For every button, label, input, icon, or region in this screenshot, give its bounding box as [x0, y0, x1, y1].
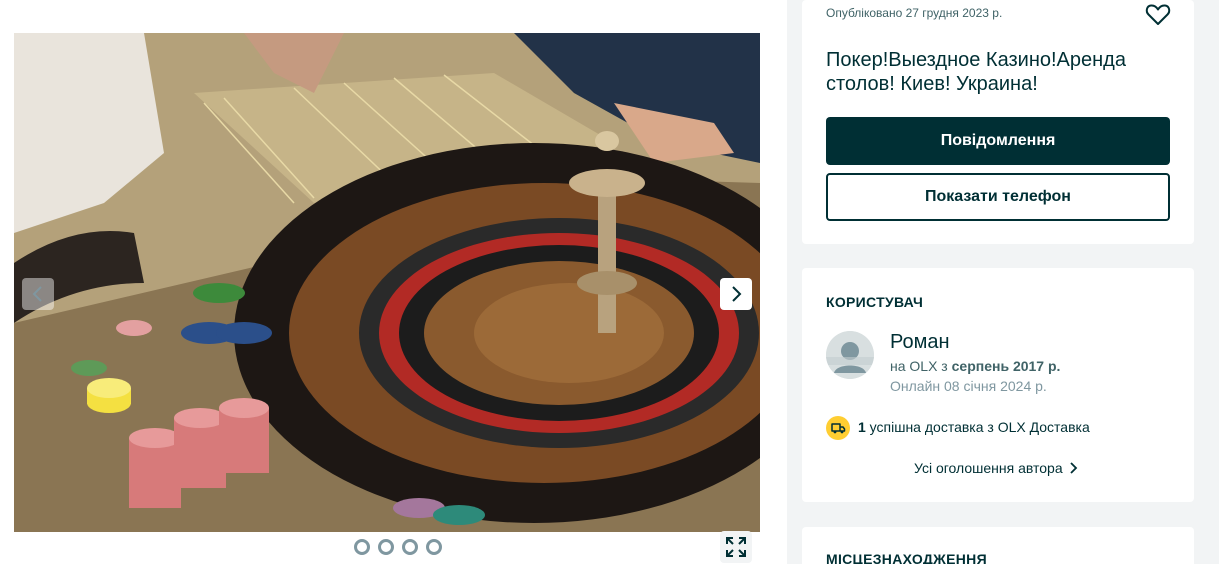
user-avatar-icon	[826, 331, 874, 379]
photo-gallery	[14, 33, 760, 532]
heart-icon	[1145, 4, 1171, 25]
show-phone-button[interactable]: Показати телефон	[826, 173, 1170, 221]
user-section-heading: КОРИСТУВАЧ	[826, 294, 924, 310]
message-button[interactable]: Повідомлення	[826, 117, 1170, 165]
location-card: МІСЦЕЗНАХОДЖЕННЯ	[802, 527, 1194, 564]
fullscreen-button[interactable]	[720, 531, 752, 563]
truck-icon	[826, 416, 850, 440]
chevron-right-icon	[732, 286, 742, 302]
favorite-button[interactable]	[1144, 0, 1172, 28]
delivery-count: 1	[858, 419, 866, 435]
gallery-dot[interactable]	[378, 539, 394, 555]
member-since-date: серпень 2017 р.	[951, 358, 1061, 374]
ad-photo[interactable]	[14, 33, 760, 532]
ad-title: Покер!Выездное Казино!Аренда столов! Кие…	[826, 49, 1126, 95]
user-card: КОРИСТУВАЧ Роман на OLX з серпень 2017 р…	[802, 268, 1194, 502]
chevron-left-icon	[32, 286, 42, 302]
location-section-heading: МІСЦЕЗНАХОДЖЕННЯ	[826, 551, 987, 564]
chevron-right-icon	[1069, 462, 1077, 474]
gallery-pagination	[354, 539, 442, 555]
gallery-dot[interactable]	[426, 539, 442, 555]
all-author-ads-label: Усі оголошення автора	[914, 460, 1063, 476]
previous-photo-button[interactable]	[22, 278, 54, 310]
gallery-dot[interactable]	[354, 539, 370, 555]
delivery-label: успішна доставка з OLX Доставка	[865, 419, 1090, 435]
user-name[interactable]: Роман	[890, 331, 950, 354]
avatar[interactable]	[826, 331, 874, 379]
expand-icon	[726, 537, 746, 557]
member-since: на OLX з серпень 2017 р.	[890, 358, 1060, 374]
gallery-dot[interactable]	[402, 539, 418, 555]
all-author-ads-link[interactable]: Усі оголошення автора	[914, 460, 1079, 476]
member-since-prefix: на OLX з	[890, 358, 952, 374]
last-online: Онлайн 08 січня 2024 р.	[890, 378, 1047, 394]
delivery-stats: 1 успішна доставка з OLX Доставка	[858, 419, 1090, 435]
next-photo-button[interactable]	[720, 278, 752, 310]
ad-summary-card: Опубліковано 27 грудня 2023 р. Покер!Вые…	[802, 0, 1194, 244]
published-date: Опубліковано 27 грудня 2023 р.	[826, 6, 1003, 20]
